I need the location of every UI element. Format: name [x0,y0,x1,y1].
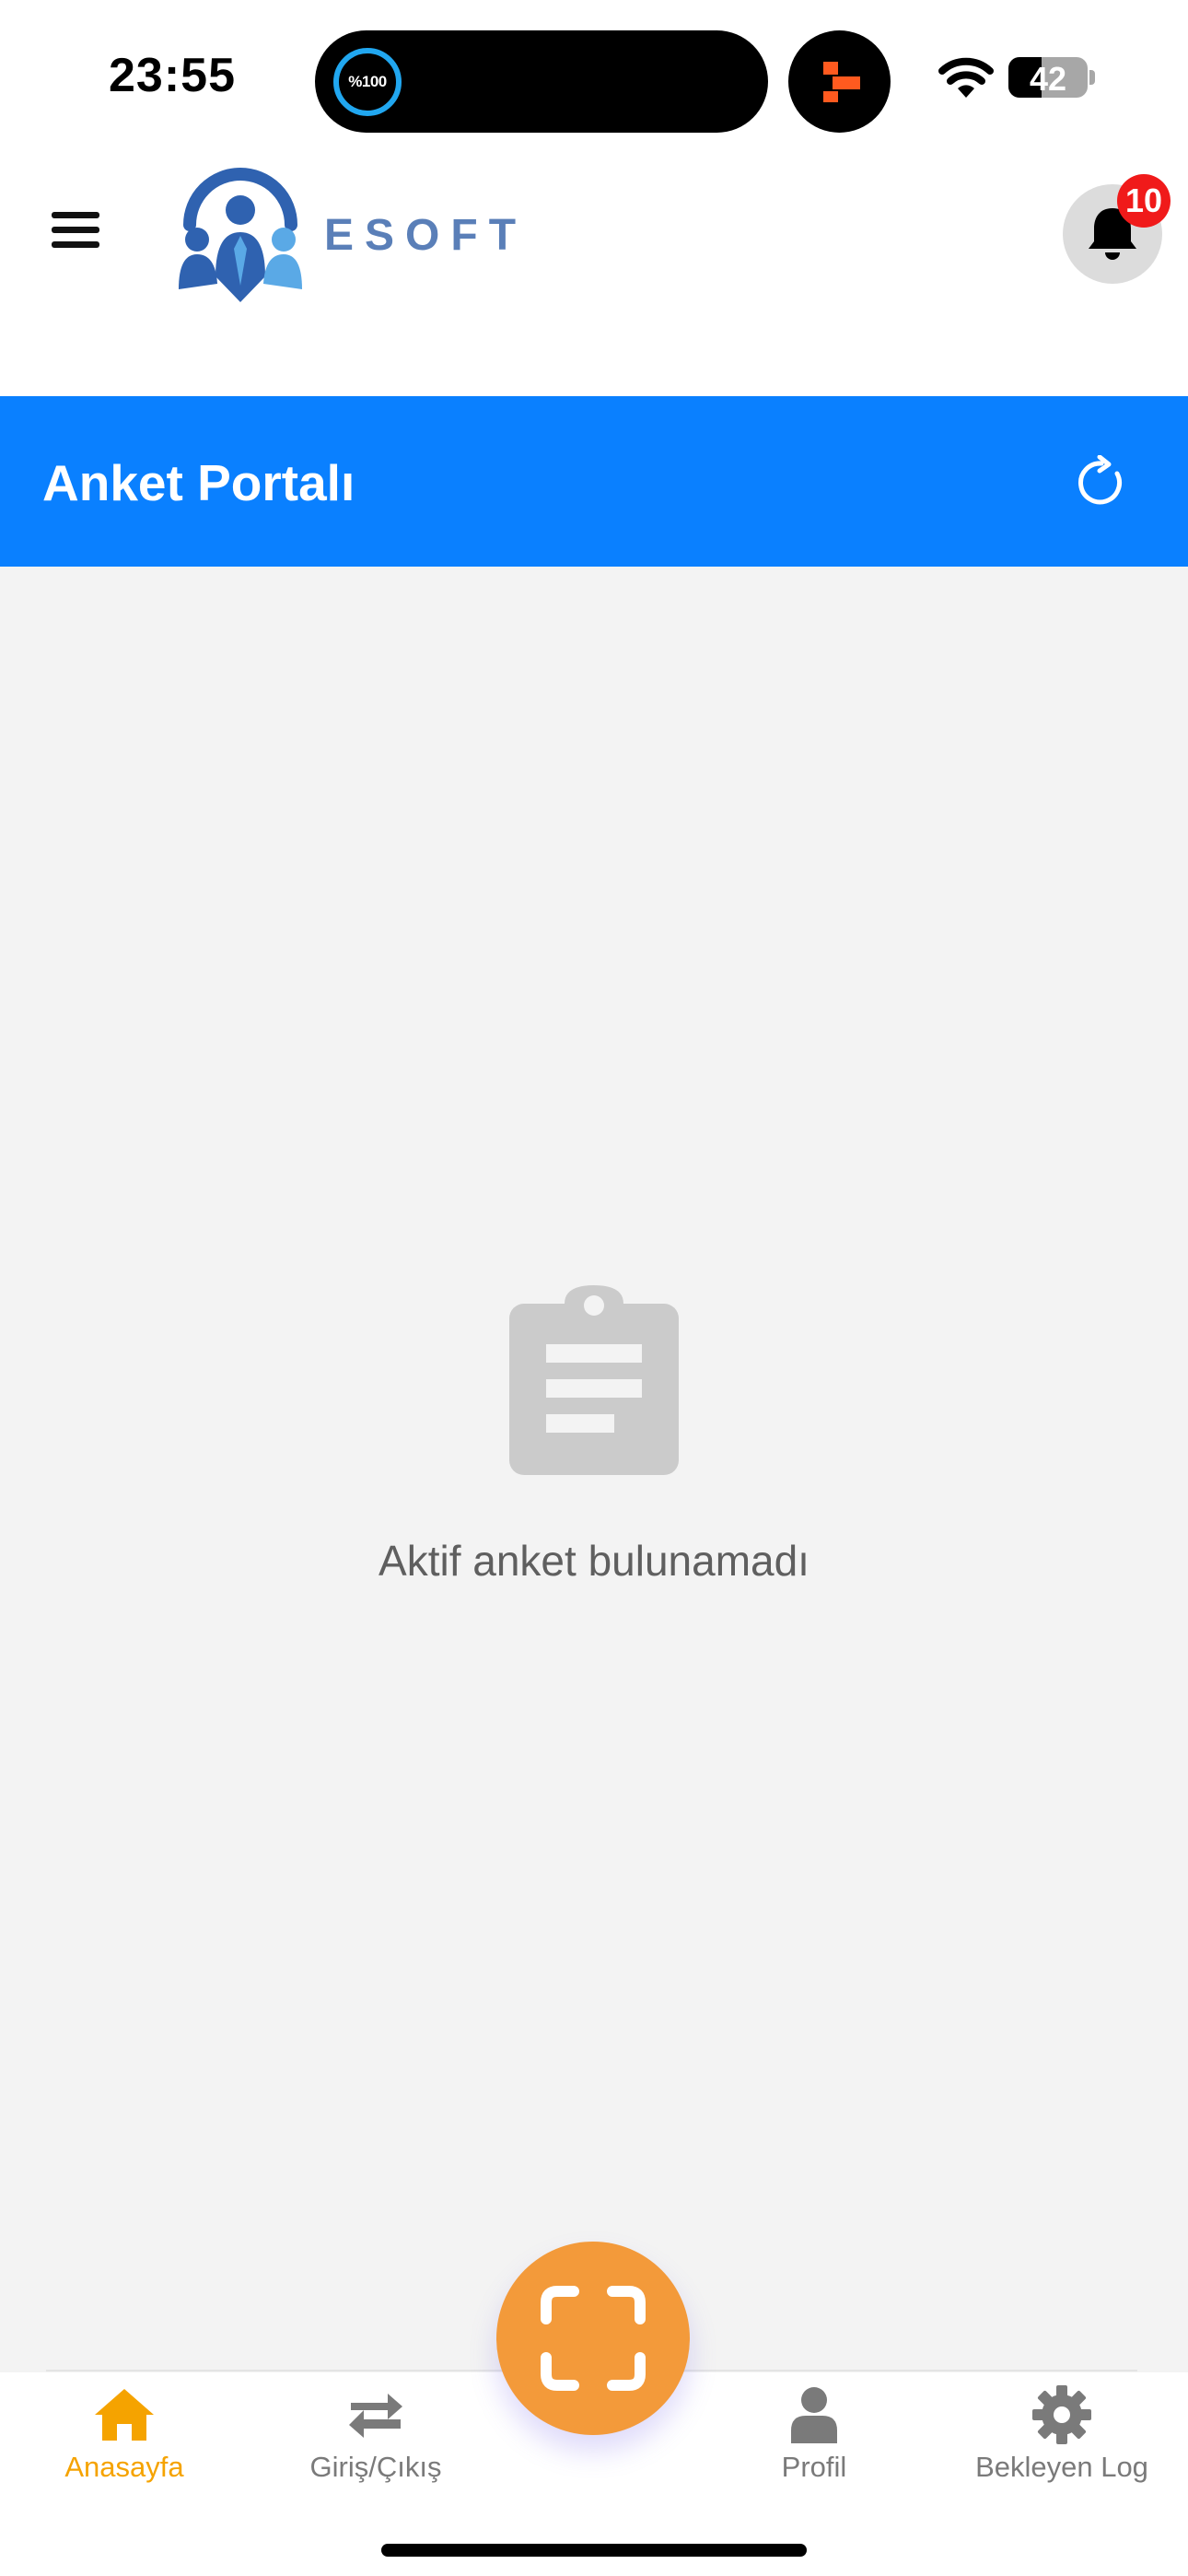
nav-item-giris-cikis[interactable]: Giriş/Çıkış [270,2384,482,2486]
esoft-logo-icon [179,168,302,302]
logo-text: ESOFT [324,211,528,260]
nav-label: Bekleyen Log [975,2451,1148,2483]
nav-label: Anasayfa [64,2451,184,2483]
title-bar: Anket Portalı [0,396,1188,567]
nav-item-bekleyen-log[interactable]: Bekleyen Log [956,2384,1168,2486]
notification-count-badge: 10 [1117,174,1171,228]
survey-list-area: Aktif anket bulunamadı [0,567,1188,2397]
scan-button[interactable] [496,2242,690,2435]
clipboard-icon [509,1285,679,1475]
nav-item-anasayfa[interactable]: Anasayfa [18,2384,230,2486]
progress-ring-icon: %100 [333,48,402,116]
nav-label: Profil [781,2451,847,2483]
battery-icon: 42 [1008,57,1088,98]
activity-progress-text: %100 [348,73,387,90]
dynamic-island[interactable]: %100 [315,30,768,133]
scan-frame-icon [541,2286,646,2391]
empty-state-message: Aktif anket bulunamadı [379,1537,809,1585]
user-icon [791,2387,837,2443]
app-logo-icon [823,62,860,102]
status-bar: 23:55 %100 42 [0,0,1188,157]
page-title: Anket Portalı [42,454,355,511]
nav-label: Giriş/Çıkış [309,2451,442,2483]
refresh-icon[interactable] [1074,455,1129,510]
nav-item-profil[interactable]: Profil [708,2384,920,2486]
live-activity-app-icon[interactable] [788,30,891,133]
home-indicator [381,2544,807,2557]
swap-arrows-icon [349,2394,402,2438]
app-header: ESOFT 10 [0,157,1188,396]
wifi-icon [938,57,994,98]
status-time: 23:55 [109,49,236,102]
gear-icon [1032,2385,1091,2444]
battery-level-text: 42 [1029,60,1067,98]
hamburger-menu-icon[interactable] [52,212,99,249]
home-icon [95,2389,154,2441]
battery-cap [1089,70,1095,85]
